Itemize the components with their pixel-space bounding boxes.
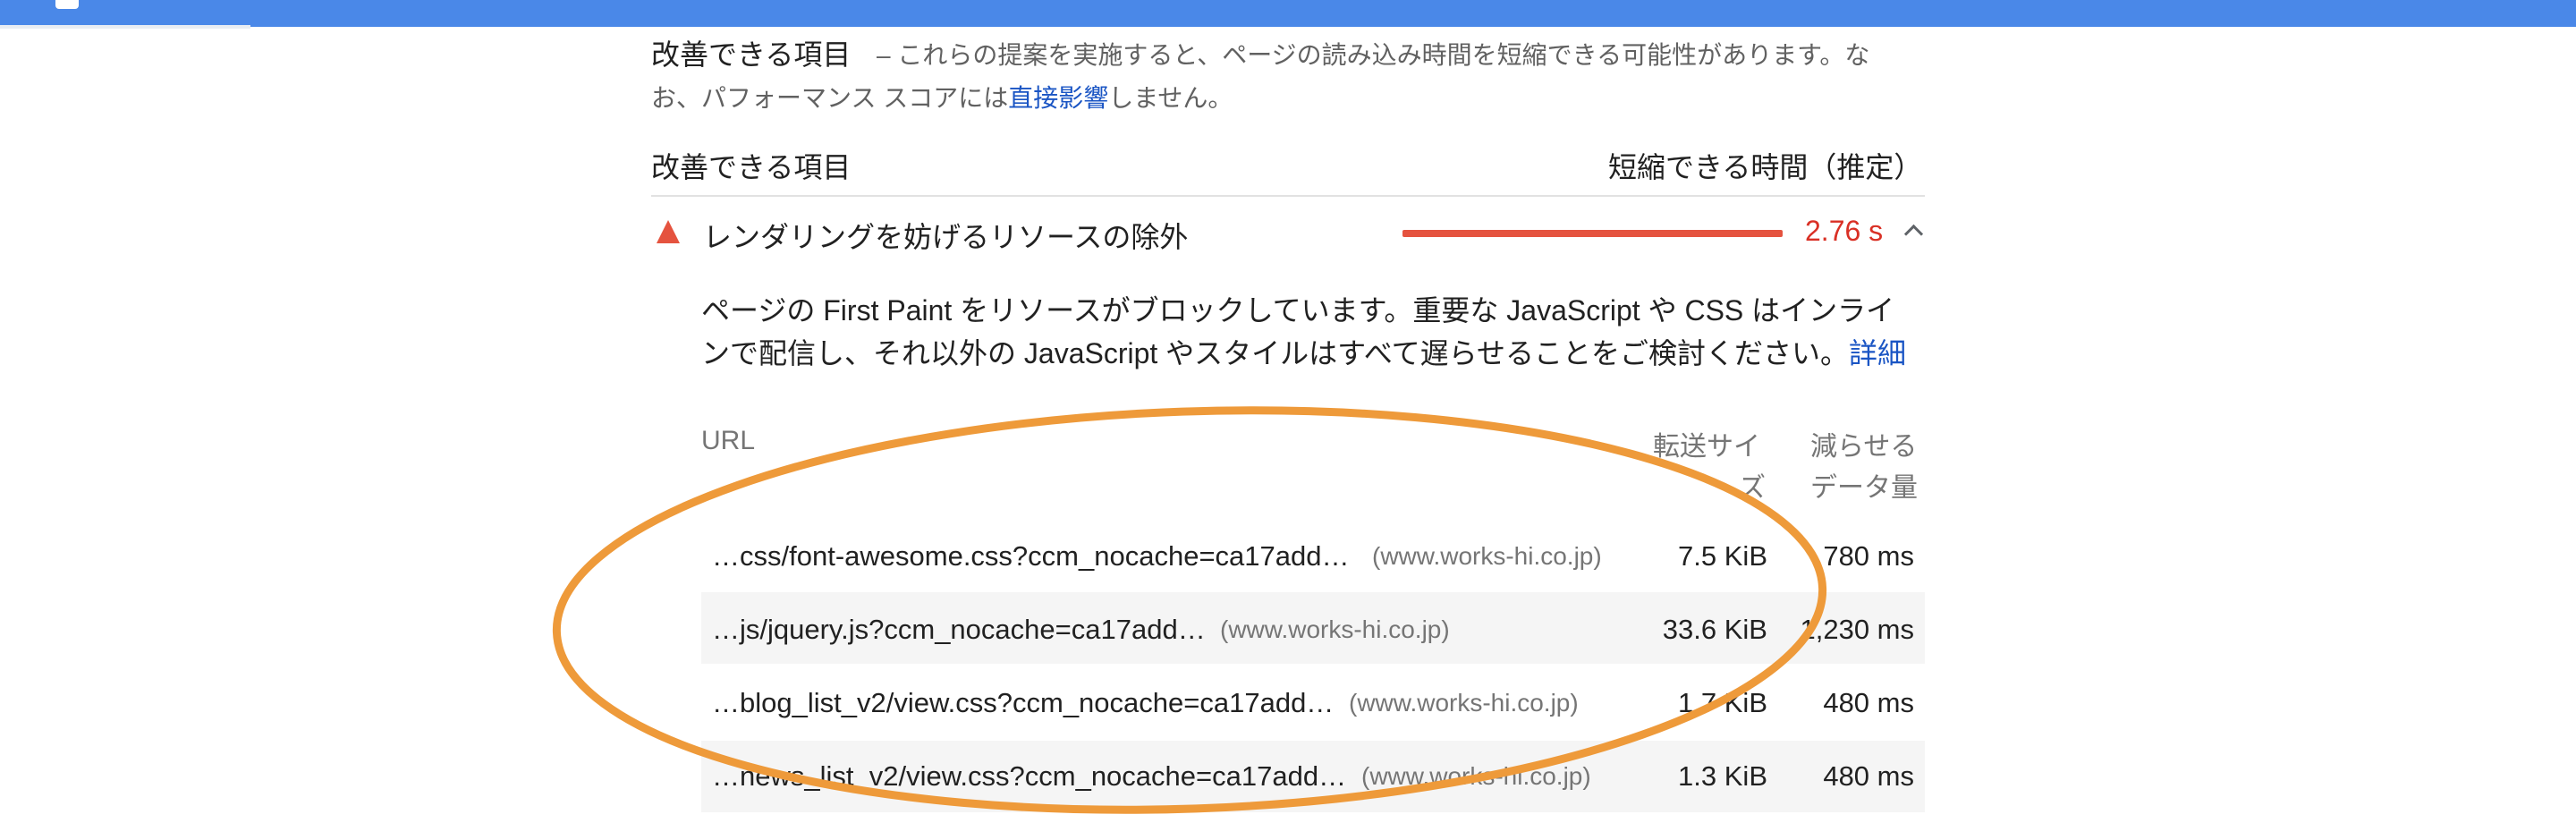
warning-triangle-icon — [657, 220, 680, 243]
chevron-up-icon[interactable] — [1903, 224, 1924, 244]
tab-icon[interactable] — [55, 0, 79, 9]
section-description: – これらの提案を実施すると、ページの読み込み時間を短縮できる可能性があります。… — [877, 41, 1870, 69]
savings-bar — [1402, 230, 1783, 237]
header-divider — [651, 195, 1925, 197]
table-header-savings: 減らせる — [1810, 432, 1918, 462]
table-header-transfer-size: 転送サイ — [1653, 432, 1760, 462]
table-row-savings: 780 ms — [1823, 540, 1914, 572]
table-row-host: (www.works-hi.co.jp) — [1220, 615, 1450, 643]
section-description-line2: お、パフォーマンス スコアには直接影響しません。 — [651, 79, 1233, 115]
table-row-host: (www.works-hi.co.jp) — [1349, 689, 1579, 717]
section-description-prefix: お、パフォーマンス スコアには — [651, 84, 1009, 112]
table-row-url[interactable]: …news_list_v2/view.css?ccm_nocache=ca17a… — [712, 760, 1346, 793]
learn-more-link[interactable]: 詳細 — [1849, 337, 1906, 369]
table-row-savings: 1,230 ms — [1800, 614, 1914, 645]
column-header-estimated-savings: 短縮できる時間（推定） — [1608, 151, 1923, 183]
table-row-url[interactable]: …css/font-awesome.css?ccm_nocache=ca17ad… — [712, 540, 1350, 573]
direct-impact-link[interactable]: 直接影響 — [1008, 84, 1108, 112]
audit-description-line2: ンで配信し、それ以外の JavaScript やスタイルはすべて遅らせることをご… — [701, 331, 1906, 372]
audit-description-line1: ページの First Paint をリソースがブロックしています。重要な Jav… — [701, 294, 1895, 327]
section-description-suffix: しません。 — [1108, 84, 1233, 112]
audit-title[interactable]: レンダリングを妨げるリソースの除外 — [703, 215, 1188, 256]
audit-description-text: ンで配信し、それ以外の JavaScript やスタイルはすべて遅らせることをご… — [701, 337, 1850, 369]
table-header-savings-2: データ量 — [1810, 473, 1918, 503]
table-row-url[interactable]: …blog_list_v2/view.css?ccm_nocache=ca17a… — [712, 687, 1334, 719]
table-row-host: (www.works-hi.co.jp) — [1372, 542, 1602, 570]
section-title: 改善できる項目 — [651, 38, 852, 71]
table-header-transfer-size-2: ズ — [1739, 473, 1766, 503]
active-tab-indicator — [0, 25, 250, 29]
audit-savings-value: 2.76 s — [1805, 215, 1884, 247]
browser-top-bar — [0, 0, 2576, 29]
table-row-url[interactable]: …js/jquery.js?ccm_nocache=ca17add… — [712, 614, 1206, 646]
table-header-url: URL — [701, 426, 756, 455]
table-row-host: (www.works-hi.co.jp) — [1361, 762, 1591, 790]
table-row-savings: 480 ms — [1823, 760, 1914, 792]
column-header-opportunity: 改善できる項目 — [651, 151, 852, 183]
table-row-savings: 480 ms — [1823, 687, 1914, 718]
